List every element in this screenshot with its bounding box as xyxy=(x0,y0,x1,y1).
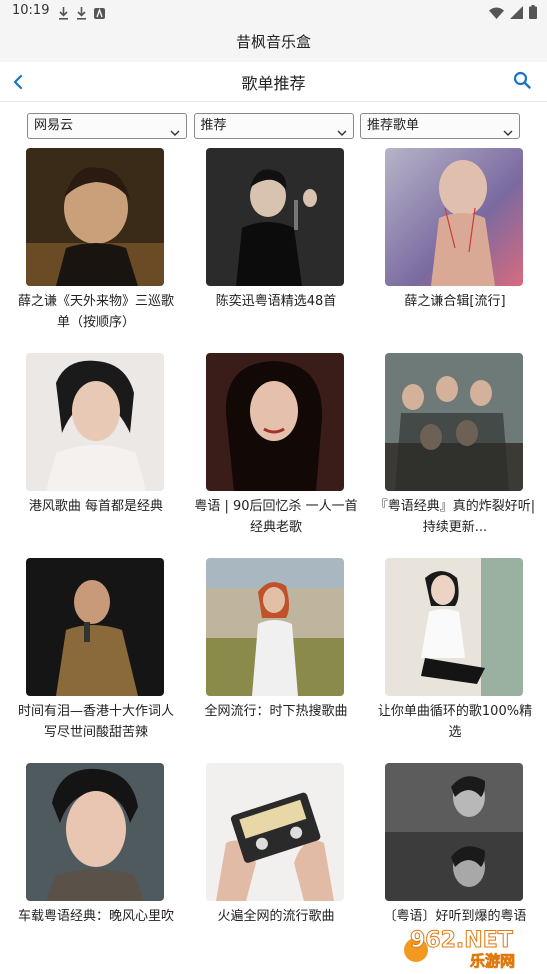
category-select-value: 推荐 xyxy=(200,118,227,133)
playlist-title: 港风歌曲 每首都是经典 xyxy=(28,499,164,514)
playlist-cover xyxy=(206,558,344,696)
source-select[interactable]: 网易云 xyxy=(27,113,187,139)
app-title-bar: 昔枫音乐盒 xyxy=(0,24,547,62)
type-select[interactable]: 推荐歌单 xyxy=(360,113,520,139)
playlist-cover xyxy=(26,148,164,286)
playlist-cover xyxy=(385,763,523,901)
playlist-title: 陈奕迅粤语精选48首 xyxy=(215,294,337,309)
app-title: 昔枫音乐盒 xyxy=(235,33,311,51)
playlist-title: 薛之谦《天外来物》三巡歌单（按顺序） xyxy=(17,294,174,330)
category-select[interactable]: 推荐 xyxy=(193,113,354,139)
battery-icon xyxy=(529,4,537,23)
playlist-title: 让你单曲循环的歌100%精选 xyxy=(377,704,533,740)
playlist-cover xyxy=(206,763,344,901)
playlist-cover xyxy=(385,353,523,491)
chevron-down-icon xyxy=(503,122,513,136)
chevron-down-icon xyxy=(170,122,180,136)
download-icon xyxy=(76,5,87,20)
playlist-title: 薛之谦合辑[流行] xyxy=(404,294,506,309)
playlist-title: 全网流行：时下热搜歌曲 xyxy=(204,704,348,719)
status-time: 10:19 xyxy=(12,3,50,18)
app-notification-icon xyxy=(94,5,105,19)
playlist-title: 时间有泪—香港十大作词人写尽世间酸甜苦辣 xyxy=(17,704,174,740)
filter-bar: 网易云 推荐 推荐歌单 xyxy=(27,113,520,139)
svg-text:乐游网: 乐游网 xyxy=(470,952,515,970)
playlist-cover xyxy=(26,558,164,696)
status-system-icons xyxy=(489,4,537,23)
svg-text:962.NET: 962.NET xyxy=(410,928,513,953)
playlist-cover xyxy=(385,558,523,696)
type-select-value: 推荐歌单 xyxy=(367,118,420,133)
chevron-down-icon xyxy=(337,122,347,136)
playlist-cover xyxy=(385,148,523,286)
playlist-title: 火遍全网的流行歌曲 xyxy=(217,909,335,924)
signal-icon xyxy=(510,4,523,23)
watermark-logo: 962.NET 乐游网 xyxy=(400,920,542,970)
wifi-icon xyxy=(489,4,504,23)
source-select-value: 网易云 xyxy=(34,118,74,133)
playlist-title: 『粤语经典』真的炸裂好听|持续更新... xyxy=(374,499,536,535)
playlist-cover xyxy=(206,353,344,491)
nav-bar: 歌单推荐 xyxy=(0,62,547,102)
status-notification-icons xyxy=(58,5,105,20)
status-bar: 10:19 xyxy=(0,0,547,24)
page-title: 歌单推荐 xyxy=(241,74,306,93)
playlist-title: 车载粤语经典：晚风心里吹 xyxy=(17,909,174,924)
playlist-cover xyxy=(26,353,164,491)
download-icon xyxy=(58,5,69,20)
playlist-cover xyxy=(26,763,164,901)
search-icon[interactable] xyxy=(513,71,531,89)
playlist-title: 粤语 | 90后回忆杀 一人一首经典老歌 xyxy=(194,499,358,535)
playlist-cover xyxy=(206,148,344,286)
